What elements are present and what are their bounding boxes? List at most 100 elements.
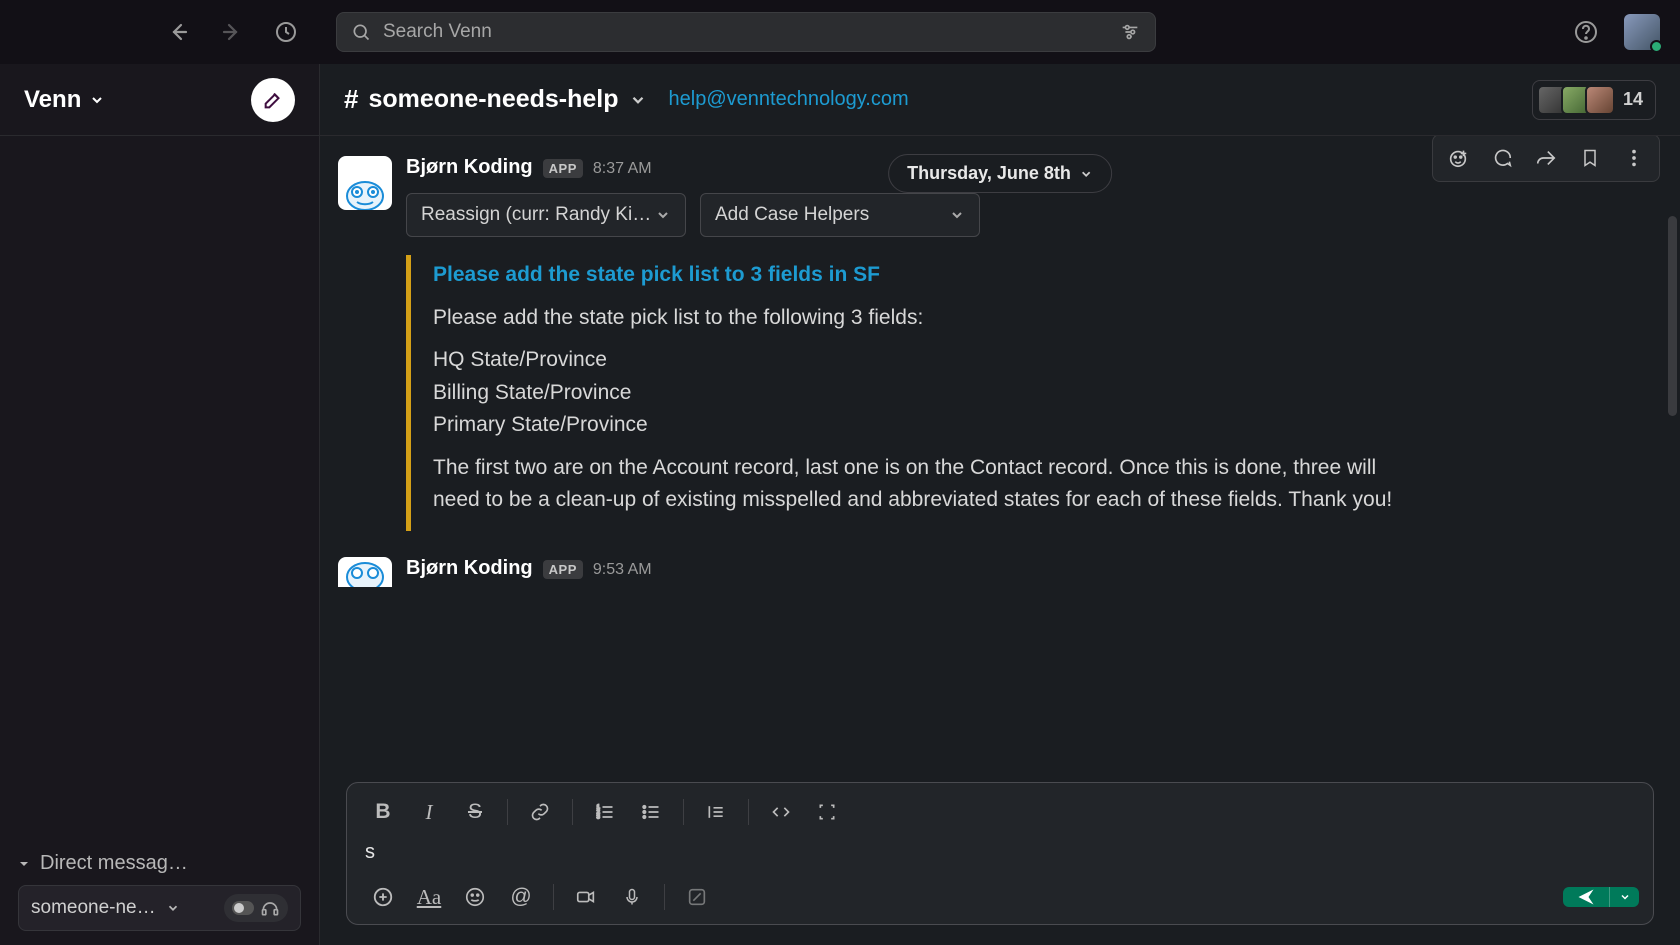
app-badge: APP <box>543 159 583 178</box>
link-button[interactable] <box>518 793 562 831</box>
quote-title[interactable]: Please add the state pick list to 3 fiel… <box>433 259 1416 292</box>
emoji-button[interactable] <box>453 878 497 916</box>
member-count: 14 <box>1623 89 1643 110</box>
forward-button[interactable] <box>214 14 250 50</box>
sidebar-body <box>0 136 319 842</box>
dm-header-label: Direct messag… <box>40 852 188 875</box>
quote-field: Billing State/Province <box>433 381 631 404</box>
workspace-name: Venn <box>24 86 81 114</box>
search-filter-icon[interactable] <box>1119 21 1141 43</box>
quote-field: Primary State/Province <box>433 413 648 436</box>
divider <box>748 799 749 825</box>
member-avatars <box>1537 85 1615 115</box>
send-options-button[interactable] <box>1609 887 1639 907</box>
hash-icon: # <box>344 84 358 115</box>
shortcuts-button[interactable] <box>675 878 719 916</box>
chevron-down-icon <box>655 207 671 223</box>
divider <box>553 884 554 910</box>
app-badge: APP <box>543 560 583 579</box>
compose-button[interactable] <box>251 78 295 122</box>
quote-intro: Please add the state pick list to the fo… <box>433 302 1416 335</box>
share-button[interactable] <box>1525 139 1567 177</box>
audio-button[interactable] <box>610 878 654 916</box>
video-button[interactable] <box>564 878 608 916</box>
format-toolbar: B I S 123 <box>361 793 1639 831</box>
message-author[interactable]: Bjørn Koding <box>406 156 533 179</box>
channel-topic[interactable]: help@venntechnology.com <box>669 88 909 111</box>
chevron-down-icon <box>629 91 647 109</box>
caret-down-icon <box>18 858 30 870</box>
divider <box>664 884 665 910</box>
workspace-header[interactable]: Venn <box>0 64 319 136</box>
channel-title[interactable]: # someone-needs-help <box>344 84 647 115</box>
add-helpers-select[interactable]: Add Case Helpers <box>700 193 980 237</box>
code-button[interactable] <box>759 793 803 831</box>
mention-button[interactable]: @ <box>499 878 543 916</box>
composer: B I S 123 <box>346 782 1654 925</box>
search-placeholder: Search Venn <box>383 21 492 43</box>
divider <box>507 799 508 825</box>
huddle-toggle[interactable] <box>232 901 254 915</box>
italic-button[interactable]: I <box>407 793 451 831</box>
member-count-button[interactable]: 14 <box>1532 80 1656 120</box>
divider <box>683 799 684 825</box>
chevron-down-icon <box>166 901 180 915</box>
help-button[interactable] <box>1568 14 1604 50</box>
chevron-down-icon <box>949 207 965 223</box>
chevron-down-icon <box>1079 167 1093 181</box>
composer-wrap: B I S 123 <box>320 782 1680 945</box>
user-avatar[interactable] <box>1624 14 1660 50</box>
channel-header: # someone-needs-help help@venntechnology… <box>320 64 1680 136</box>
reassign-select[interactable]: Reassign (curr: Randy Ki… <box>406 193 686 237</box>
composer-options: Aa @ <box>361 878 1639 916</box>
reassign-label: Reassign (curr: Randy Ki… <box>421 204 651 226</box>
message-avatar[interactable] <box>338 156 392 210</box>
blockquote-button[interactable] <box>694 793 738 831</box>
svg-text:3: 3 <box>597 815 600 821</box>
message-time: 8:37 AM <box>593 160 652 178</box>
date-label: Thursday, June 8th <box>907 163 1071 184</box>
send-group <box>1563 887 1639 907</box>
codeblock-button[interactable] <box>805 793 849 831</box>
back-button[interactable] <box>160 14 196 50</box>
message-time: 9:53 AM <box>593 561 652 579</box>
message-avatar[interactable] <box>338 557 392 587</box>
bullet-list-button[interactable] <box>629 793 673 831</box>
search-input[interactable]: Search Venn <box>336 12 1156 52</box>
scrollbar[interactable] <box>1668 216 1677 416</box>
message: Bjørn Koding APP 8:37 AM Reassign (curr:… <box>320 136 1680 541</box>
channel-name: someone-needs-help <box>368 85 618 114</box>
add-reaction-button[interactable] <box>1437 139 1479 177</box>
sidebar: Venn Direct messag… someone-ne… <box>0 64 320 945</box>
message-author[interactable]: Bjørn Koding <box>406 557 533 580</box>
ordered-list-button[interactable]: 123 <box>583 793 627 831</box>
add-helpers-label: Add Case Helpers <box>715 204 869 226</box>
topbar: Search Venn <box>0 0 1680 64</box>
quote-note: The first two are on the Account record,… <box>433 452 1416 517</box>
dm-item-label: someone-ne… <box>31 897 156 919</box>
bookmark-button[interactable] <box>1569 139 1611 177</box>
format-toggle-button[interactable]: Aa <box>407 878 451 916</box>
strike-button[interactable]: S <box>453 793 497 831</box>
bold-button[interactable]: B <box>361 793 405 831</box>
chevron-down-icon <box>89 92 105 108</box>
message-list: Thursday, June 8th Bjørn Koding APP 8:37… <box>320 136 1680 782</box>
divider <box>572 799 573 825</box>
huddle-controls[interactable] <box>224 894 288 922</box>
attach-button[interactable] <box>361 878 405 916</box>
content-pane: # someone-needs-help help@venntechnology… <box>320 64 1680 945</box>
more-actions-button[interactable] <box>1613 139 1655 177</box>
date-divider[interactable]: Thursday, June 8th <box>888 154 1112 193</box>
composer-input[interactable]: s <box>361 831 1639 878</box>
thread-button[interactable] <box>1481 139 1523 177</box>
message-hover-toolbar <box>1432 136 1660 182</box>
history-nav <box>160 14 304 50</box>
quoted-attachment: Please add the state pick list to 3 fiel… <box>406 255 1416 531</box>
dm-item[interactable]: someone-ne… <box>18 885 301 931</box>
send-button[interactable] <box>1563 887 1609 907</box>
quote-field: HQ State/Province <box>433 348 607 371</box>
message: Bjørn Koding APP 9:53 AM <box>320 547 1680 587</box>
history-button[interactable] <box>268 14 304 50</box>
headphones-icon <box>260 898 280 918</box>
dm-section-header[interactable]: Direct messag… <box>18 852 301 875</box>
